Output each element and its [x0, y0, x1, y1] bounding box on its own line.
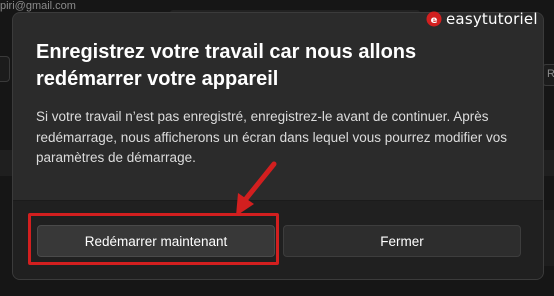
close-button[interactable]: Fermer: [283, 225, 521, 257]
svg-text:e: e: [431, 15, 438, 26]
dialog-message: Si votre travail n’est pas enregistré, e…: [36, 109, 508, 165]
easytutoriel-logo: e easytutoriel: [426, 8, 538, 30]
background-card-right: [544, 210, 554, 266]
background-field-text: R: [547, 68, 554, 80]
screenshot: piri@gmail.com R Enregistrez votre trava…: [0, 0, 554, 296]
dialog-footer: Redémarrer maintenant Fermer: [13, 200, 543, 279]
dialog-title: Enregistrez votre travail car nous allon…: [36, 41, 417, 90]
easytutoriel-logo-text: easytutoriel: [446, 10, 538, 28]
background-row-left: [0, 150, 12, 176]
background-field-left: [0, 56, 10, 82]
easytutoriel-logo-icon: e: [426, 11, 442, 27]
background-row-right: [544, 150, 554, 176]
restart-now-button[interactable]: Redémarrer maintenant: [37, 225, 275, 257]
account-email: piri@gmail.com: [0, 0, 76, 12]
restart-dialog: Enregistrez votre travail car nous allon…: [12, 12, 544, 280]
